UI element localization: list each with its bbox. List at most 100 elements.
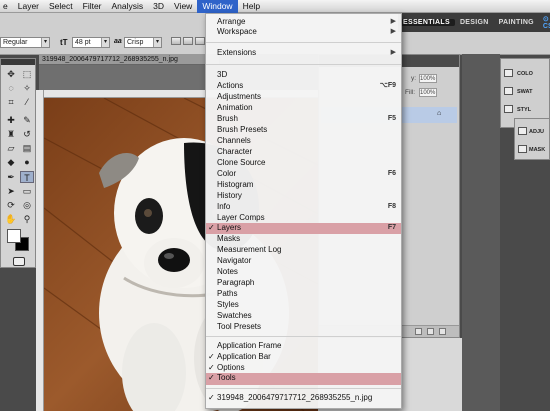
masks-panel-icon[interactable] xyxy=(518,145,527,153)
3d-rotate-tool-icon[interactable]: ⟳ xyxy=(4,199,18,211)
font-size-select[interactable]: 48 pt ▾ xyxy=(72,37,110,48)
marquee-tool-icon[interactable]: ⬚ xyxy=(20,68,34,80)
cs-live-button[interactable]: ⊙ CS xyxy=(543,15,550,30)
dodge-tool-icon[interactable]: ● xyxy=(20,156,34,168)
opacity-field[interactable]: 100% xyxy=(419,74,437,83)
menu-item-workspace[interactable]: Workspace ▶ xyxy=(206,27,401,37)
font-style-select[interactable]: Regular ▾ xyxy=(0,37,50,48)
workspace-painting-button[interactable]: PAINTING xyxy=(494,19,539,26)
menu-item-info[interactable]: Info F8 xyxy=(206,202,401,212)
eraser-tool-icon[interactable]: ▱ xyxy=(4,142,18,154)
menu-help[interactable]: Help xyxy=(238,0,265,13)
workspace-design-button[interactable]: DESIGN xyxy=(455,19,494,26)
move-tool-icon[interactable]: ✥ xyxy=(4,68,18,80)
menu-item-clone-source[interactable]: Clone Source xyxy=(206,158,401,168)
menu-item-animation[interactable]: Animation xyxy=(206,103,401,113)
history-brush-tool-icon[interactable]: ↺ xyxy=(20,128,34,140)
menu-item-tool-presets[interactable]: Tool Presets xyxy=(206,322,401,332)
crop-tool-icon[interactable]: ⌗ xyxy=(4,96,18,108)
menu-item-brush[interactable]: Brush F5 xyxy=(206,114,401,124)
menu-item-application-bar[interactable]: ✓ Application Bar xyxy=(206,352,401,362)
menu-item-application-frame[interactable]: Application Frame xyxy=(206,341,401,351)
menu-item-actions[interactable]: Actions ⌥F9 xyxy=(206,81,401,91)
menu-3d[interactable]: 3D xyxy=(148,0,169,13)
menu-edit[interactable]: e xyxy=(0,0,13,13)
vertical-ruler xyxy=(36,90,44,411)
menu-layer[interactable]: Layer xyxy=(13,0,44,13)
menu-window[interactable]: Window xyxy=(197,0,238,13)
menu-item-styles[interactable]: Styles xyxy=(206,300,401,310)
menu-item-navigator[interactable]: Navigator xyxy=(206,256,401,266)
foreground-color-swatch[interactable] xyxy=(7,229,21,243)
align-left-button[interactable] xyxy=(171,37,181,45)
brush-tool-icon[interactable]: ✎ xyxy=(20,114,34,126)
menu-item-arrange[interactable]: Arrange ▶ xyxy=(206,17,401,27)
menu-item-character[interactable]: Character xyxy=(206,147,401,157)
hand-tool-icon[interactable]: ✋ xyxy=(4,213,18,225)
menu-analysis[interactable]: Analysis xyxy=(107,0,149,13)
menu-item-channels[interactable]: Channels xyxy=(206,136,401,146)
menu-item-brush-presets[interactable]: Brush Presets xyxy=(206,125,401,135)
menu-item-adjustments[interactable]: Adjustments xyxy=(206,92,401,102)
document-tab[interactable]: 319948_2006479717712_268935255_n.jpg xyxy=(39,54,219,65)
adjustments-panel-icon[interactable] xyxy=(518,127,527,135)
delete-layer-button[interactable] xyxy=(439,328,446,335)
type-tool-icon[interactable]: T xyxy=(20,171,34,183)
new-layer-button[interactable] xyxy=(427,328,434,335)
blur-tool-icon[interactable]: ◆ xyxy=(4,156,18,168)
align-right-button[interactable] xyxy=(195,37,205,45)
swatches-panel-label[interactable]: SWAT xyxy=(517,89,532,95)
masks-panel-label[interactable]: MASK xyxy=(529,147,545,153)
color-panel-icon[interactable] xyxy=(504,69,513,77)
magic-wand-tool-icon[interactable]: ✧ xyxy=(20,82,34,94)
new-group-button[interactable] xyxy=(415,328,422,335)
eyedropper-tool-icon[interactable]: ⁄ xyxy=(20,96,34,108)
menubar: e Layer Select Filter Analysis 3D View W… xyxy=(0,0,550,13)
lock-icon: ⌂ xyxy=(437,110,442,117)
menu-item-paths[interactable]: Paths xyxy=(206,289,401,299)
menu-item-history[interactable]: History xyxy=(206,191,401,201)
menu-item-notes[interactable]: Notes xyxy=(206,267,401,277)
menu-item-3d[interactable]: 3D xyxy=(206,70,401,80)
menu-item-tools[interactable]: ✓ Tools xyxy=(206,373,401,385)
adjustments-panel-label[interactable]: ADJU xyxy=(529,129,544,135)
menu-item-color[interactable]: Color F6 xyxy=(206,169,401,179)
quick-mask-icon[interactable] xyxy=(13,257,25,266)
align-center-button[interactable] xyxy=(183,37,193,45)
clone-stamp-tool-icon[interactable]: ♜ xyxy=(4,128,18,140)
menu-shortcut: F7 xyxy=(387,224,396,231)
menu-item-paragraph[interactable]: Paragraph xyxy=(206,278,401,288)
3d-orbit-tool-icon[interactable]: ◎ xyxy=(20,199,34,211)
gradient-tool-icon[interactable]: ▤ xyxy=(20,142,34,154)
path-selection-tool-icon[interactable]: ➤ xyxy=(4,185,18,197)
fill-field[interactable]: 100% xyxy=(419,88,437,97)
tools-panel-grip[interactable] xyxy=(1,59,35,65)
color-panel-label[interactable]: COLO xyxy=(517,71,533,77)
menu-item-histogram[interactable]: Histogram xyxy=(206,180,401,190)
menu-item-label: 3D xyxy=(217,70,228,79)
menu-item-options[interactable]: ✓ Options xyxy=(206,363,401,373)
menu-filter[interactable]: Filter xyxy=(78,0,107,13)
menu-item-masks[interactable]: Masks xyxy=(206,234,401,244)
menu-select[interactable]: Select xyxy=(44,0,78,13)
menu-item-swatches[interactable]: Swatches xyxy=(206,311,401,321)
healing-brush-tool-icon[interactable]: ✚ xyxy=(4,114,18,126)
menu-item-measurement-log[interactable]: Measurement Log xyxy=(206,245,401,255)
menu-item-layer-comps[interactable]: Layer Comps xyxy=(206,213,401,223)
menu-item-extensions[interactable]: Extensions ▶ xyxy=(206,48,401,58)
shape-tool-icon[interactable]: ▭ xyxy=(20,185,34,197)
workspace-essentials-button[interactable]: ESSENTIALS xyxy=(398,19,455,26)
zoom-tool-icon[interactable]: ⚲ xyxy=(20,213,34,225)
lasso-tool-icon[interactable]: ◌ xyxy=(4,82,18,94)
styles-panel-label[interactable]: STYL xyxy=(517,107,531,113)
menu-item-label: Options xyxy=(217,363,245,372)
antialias-select[interactable]: Crisp ▾ xyxy=(124,37,162,48)
pen-tool-icon[interactable]: ✒ xyxy=(4,171,18,183)
menu-item-open-document[interactable]: ✓ 319948_2006479717712_268935255_n.jpg xyxy=(206,393,401,403)
swatches-panel-icon[interactable] xyxy=(504,87,513,95)
menu-item-layers[interactable]: ✓ Layers F7 xyxy=(206,223,401,234)
styles-panel-icon[interactable] xyxy=(504,105,513,113)
menu-item-label: Layers xyxy=(217,223,242,232)
tools-panel: ✥ ⬚ ◌ ✧ ⌗ ⁄ ✚ ✎ ♜ ↺ ▱ ▤ ◆ ● ✒ T ➤ ▭ ⟳ ◎ … xyxy=(0,58,36,268)
menu-view[interactable]: View xyxy=(169,0,197,13)
